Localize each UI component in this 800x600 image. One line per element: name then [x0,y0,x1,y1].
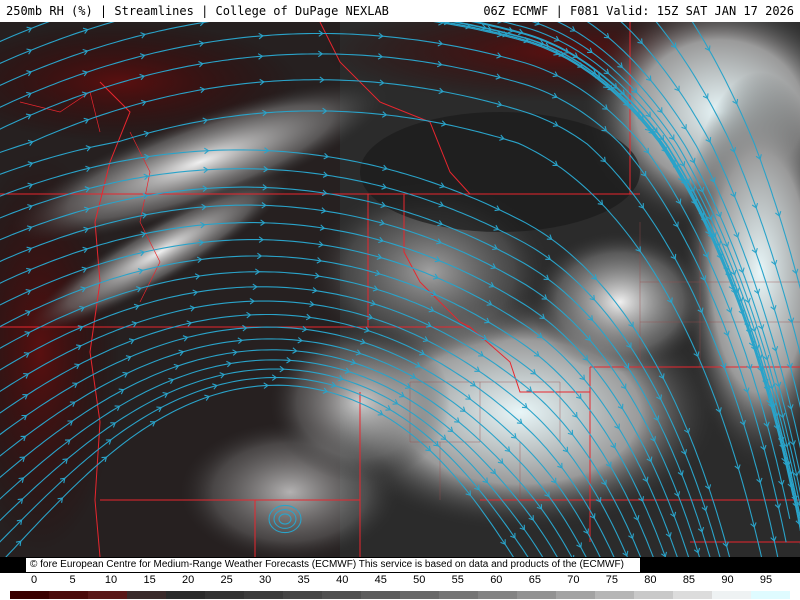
colorbar-segment [322,591,362,599]
scale-tick-label: 20 [181,574,195,586]
scale-tick-label: 45 [374,574,387,586]
colorbar-segment [556,591,596,599]
colorbar-segment [283,591,323,599]
colorbar-segment [244,591,284,599]
colorbar-segment [49,591,89,599]
colorbar-segment [478,591,518,599]
scale-tick-label: 55 [451,574,464,586]
colorbar-segment [595,591,635,599]
scale-tick-label: 25 [220,574,233,586]
colorbar-segment [712,591,752,599]
colorbar-segment [439,591,479,599]
scale-tick-label: 10 [104,574,118,586]
scale-tick-label: 70 [567,574,580,586]
ecmwf-credit: © fore European Centre for Medium-Range … [26,558,640,572]
scale-tick-label: 85 [682,574,696,586]
rh-colorbar [10,591,790,599]
scale-tick-label: 5 [69,574,76,586]
scale-tick-label: 40 [336,574,349,586]
scale-tick-label: 65 [528,574,541,586]
colorbar-segment [205,591,245,599]
scale-tick-label: 80 [644,574,657,586]
scale-tick-label: 90 [721,574,734,586]
colorbar-segment [361,591,401,599]
scale-tick-label: 30 [259,574,272,586]
colorbar-segment [673,591,713,599]
scale-tick-label: 15 [143,574,156,586]
colorbar-segment [634,591,674,599]
scale-tick-label: 35 [297,574,310,586]
scale-tick-label: 95 [759,574,773,586]
map-header: 250mb RH (%) | Streamlines | College of … [0,0,800,22]
scale-tick-label: 75 [605,574,619,586]
scale-tick-label: 50 [413,574,426,586]
scale-tick-label: 60 [490,574,503,586]
colorbar-segment [166,591,206,599]
colorbar-segment [400,591,440,599]
colorbar-segment [88,591,128,599]
product-title: 250mb RH (%) | Streamlines | College of … [6,4,389,18]
colorbar-segment [517,591,557,599]
weather-map [0,22,800,557]
valid-time: 06Z ECMWF | F081 Valid: 15Z SAT JAN 17 2… [483,4,794,18]
scale-tick-label: 0 [30,574,38,586]
colorbar-segment [127,591,167,599]
